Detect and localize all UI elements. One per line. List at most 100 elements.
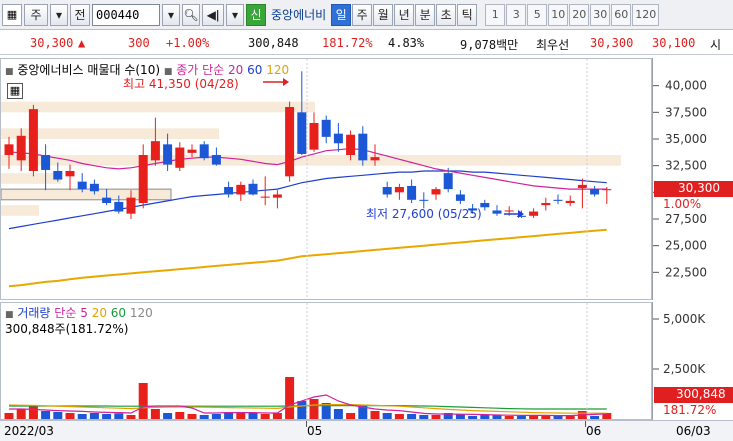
search-icon[interactable]: 🔍︎ <box>182 3 200 26</box>
table-toggle-icon[interactable]: ▦ <box>7 83 23 99</box>
price-tick-label: 37,500 <box>665 105 707 119</box>
interval-button[interactable]: 10 <box>548 3 569 26</box>
current-price-marker: 30,300 <box>654 181 733 197</box>
candle-body <box>358 133 368 161</box>
volume-bar <box>114 413 124 419</box>
period-tab[interactable]: 년 <box>394 3 415 26</box>
candle-body <box>138 155 148 203</box>
candle-body <box>431 189 441 195</box>
ma120-label: 120 <box>266 63 290 77</box>
volume-bar <box>285 377 295 419</box>
candle-body <box>77 181 87 190</box>
volume-bar <box>516 416 526 419</box>
interval-button[interactable]: 20 <box>569 3 590 26</box>
prev-button[interactable]: 전 <box>70 3 90 26</box>
volume-tick-label: 2,500K <box>663 362 706 376</box>
price-chart-svg[interactable] <box>1 59 651 299</box>
period-tab[interactable]: 초 <box>436 3 457 26</box>
stock-name[interactable]: 중앙에너비 <box>268 4 329 26</box>
vol-ma120-label: 120 <box>129 306 153 320</box>
price-axis[interactable]: 40,000 37,500 35,000 32,500 25,000 22,500 27,5… <box>652 58 733 300</box>
bid-price: 30,100 <box>652 36 696 50</box>
price-tick-label: 40,000 <box>665 79 707 93</box>
date-label: 06/03 <box>676 424 711 438</box>
volume-bar <box>394 414 404 419</box>
interval-button[interactable]: 5 <box>527 3 548 26</box>
candle-body <box>455 194 465 201</box>
high-annotation: 최고 41,350 (04/28) <box>123 77 239 91</box>
period-tab[interactable]: 월 <box>373 3 394 26</box>
ma60-label: 60 <box>247 63 263 77</box>
price-tick-label: 27,500 <box>665 212 707 226</box>
volume-bar <box>553 416 563 419</box>
high-arrow-icon <box>283 78 289 86</box>
interval-button[interactable]: 1 <box>485 3 506 26</box>
volume-title: 거래량 <box>17 306 51 320</box>
volume-bar <box>65 413 75 419</box>
date-label: 06 <box>586 424 602 438</box>
volume-value: 300,848 <box>248 36 299 50</box>
candle-body <box>590 189 600 195</box>
current-price-pct: 1.00% <box>663 197 702 211</box>
interval-button[interactable]: 3 <box>506 3 527 26</box>
price-tick-label: 35,000 <box>665 132 707 146</box>
current-price: 30,300 <box>30 36 74 50</box>
ma20-line <box>8 147 607 190</box>
volume-bar <box>126 415 136 419</box>
candle-body <box>236 184 246 195</box>
volume-bar <box>272 413 282 419</box>
candle-body <box>150 141 160 161</box>
candle-body <box>297 112 307 154</box>
candle-body <box>553 199 563 201</box>
volume-chart-pane[interactable]: ■ 거래량 단순 5 20 60 120 300,848주(181.72%) <box>0 302 652 420</box>
sound-dropdown-icon[interactable]: ▾ <box>226 3 244 26</box>
volume-bar <box>297 401 307 419</box>
candle-body <box>41 155 51 170</box>
best-quote-label: 최우선 <box>536 38 570 52</box>
volume-profile-band <box>1 101 315 113</box>
candle-body <box>272 194 282 198</box>
candle-body <box>394 187 404 193</box>
candle-body <box>492 210 502 214</box>
candle-body <box>211 155 221 165</box>
volume-bar <box>468 416 478 419</box>
volume-axis[interactable]: 5,000K 2,500K 300,848 181.72% <box>652 302 733 420</box>
market-type-dropdown-icon[interactable]: ▾ <box>50 3 68 26</box>
vol-ma20-label: 20 <box>91 306 107 320</box>
volume-bar <box>431 415 441 419</box>
candle-body <box>65 171 75 177</box>
interval-button[interactable]: 120 <box>632 3 660 26</box>
date-axis[interactable]: 2022/03 05 06 06/03 <box>0 420 733 441</box>
candle-body <box>102 197 112 203</box>
period-tab[interactable]: 주 <box>352 3 373 26</box>
interval-button[interactable]: 60 <box>611 3 632 26</box>
period-tab[interactable]: 틱 <box>457 3 478 26</box>
interval-button[interactable]: 30 <box>590 3 611 26</box>
current-volume-marker: 300,848 <box>654 387 733 403</box>
candle-body <box>16 135 26 161</box>
candle-body <box>529 211 539 216</box>
market-type-label: 주 <box>30 8 42 22</box>
volume-ratio: 181.72% <box>322 36 373 50</box>
stock-code-input[interactable] <box>92 3 160 26</box>
candle-body <box>187 149 197 153</box>
candle-body <box>565 200 575 203</box>
volume-tick-label: 5,000K <box>663 312 706 326</box>
period-tab[interactable]: 일 <box>331 3 352 26</box>
candle-body <box>382 187 392 195</box>
candle-body <box>260 196 270 198</box>
turnover-rate: 4.83% <box>388 36 425 50</box>
sound-icon[interactable]: ◀ǀ <box>202 3 224 26</box>
candle-body <box>346 134 356 155</box>
period-tab[interactable]: 분 <box>415 3 436 26</box>
market-type-select[interactable]: 주 <box>24 3 48 26</box>
legend-square-icon: ■ <box>5 67 14 77</box>
candle-body <box>333 133 343 144</box>
current-volume-pct: 181.72% <box>663 403 717 417</box>
candle-body <box>407 185 417 200</box>
chart-grid-icon[interactable]: ▦ <box>2 3 22 26</box>
candle-body <box>443 173 453 190</box>
volume-bar <box>16 409 26 419</box>
price-chart-pane[interactable]: ■ 중앙에너비스 매물대 수(10) ■ 종가 단순 20 60 120 ▦ 최… <box>0 58 652 300</box>
code-dropdown-icon[interactable]: ▾ <box>162 3 180 26</box>
